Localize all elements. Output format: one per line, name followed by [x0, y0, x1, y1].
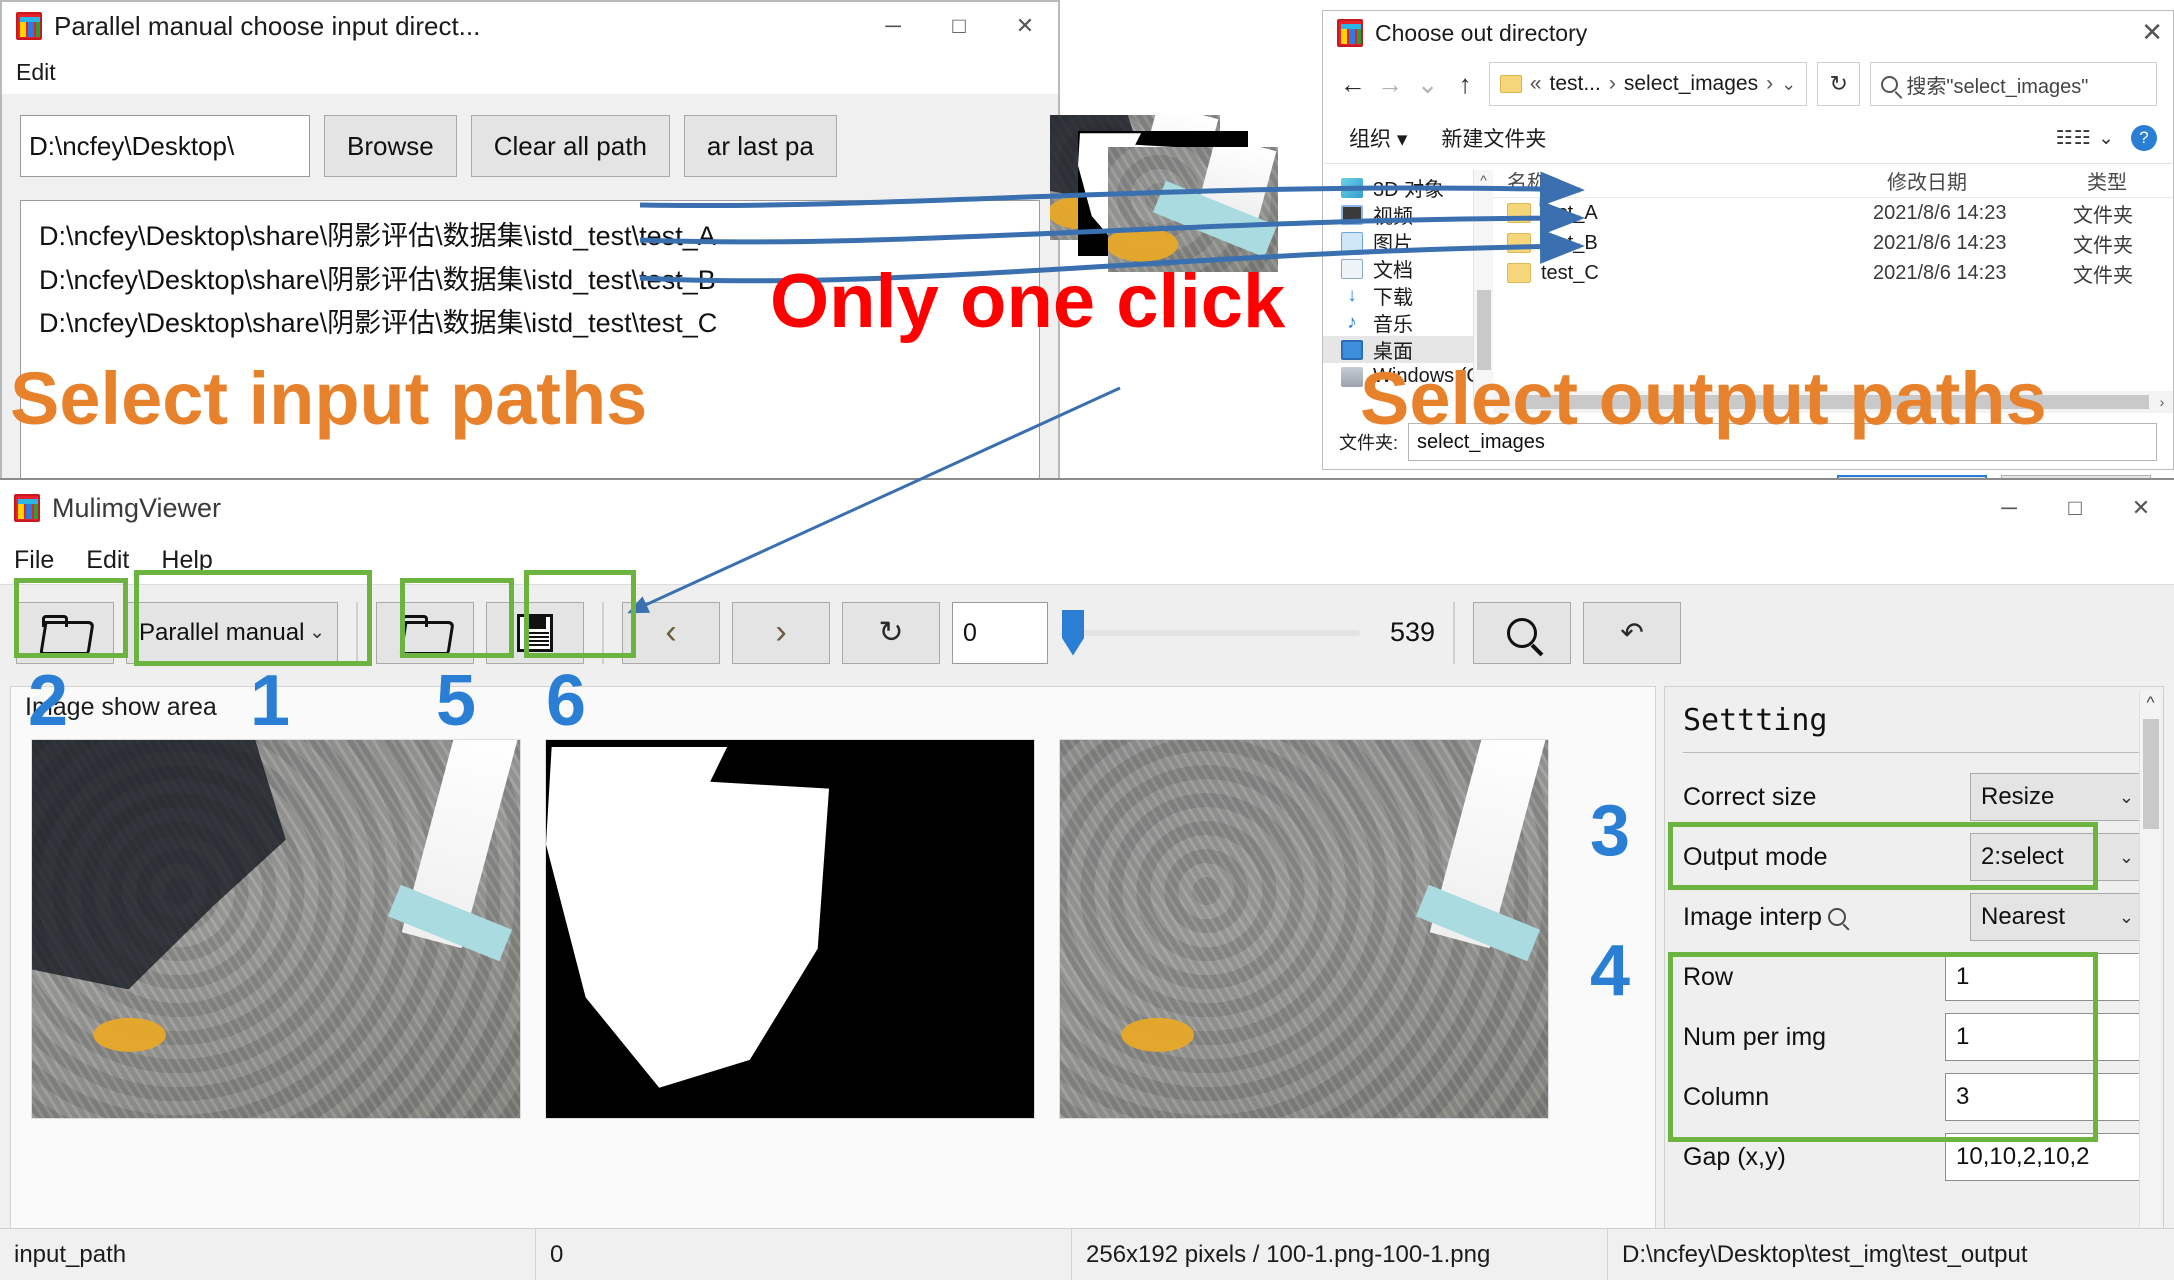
highlight-box-mode — [134, 570, 372, 666]
highlight-box-open-input — [14, 578, 128, 658]
highlight-box-open-output — [400, 578, 514, 658]
highlight-box-grid — [1668, 952, 2098, 1142]
highlight-box-output-mode — [1668, 822, 2098, 890]
highlight-box-save — [524, 570, 636, 658]
